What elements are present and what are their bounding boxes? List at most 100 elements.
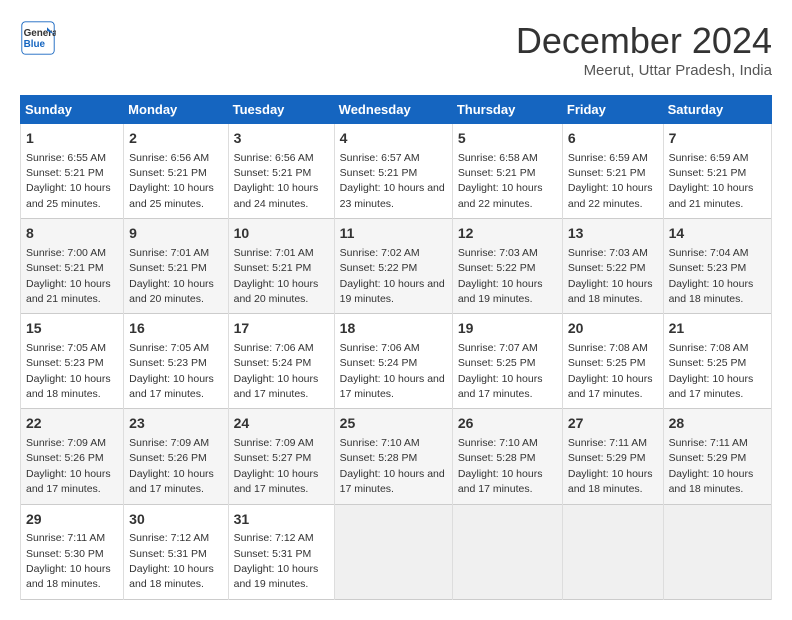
svg-text:General: General: [24, 28, 56, 39]
title-section: December 2024 Meerut, Uttar Pradesh, Ind…: [516, 20, 772, 79]
svg-text:Blue: Blue: [24, 39, 46, 50]
day-info: Sunrise: 7:07 AMSunset: 5:25 PMDaylight:…: [458, 342, 543, 400]
table-row: 2 Sunrise: 6:56 AMSunset: 5:21 PMDayligh…: [124, 124, 228, 219]
day-info: Sunrise: 7:09 AMSunset: 5:26 PMDaylight:…: [129, 437, 214, 495]
day-number: 28: [669, 414, 766, 434]
day-info: Sunrise: 6:56 AMSunset: 5:21 PMDaylight:…: [129, 152, 214, 210]
day-number: 19: [458, 319, 557, 339]
day-info: Sunrise: 6:59 AMSunset: 5:21 PMDaylight:…: [568, 152, 653, 210]
day-number: 9: [129, 224, 222, 244]
table-row: 12 Sunrise: 7:03 AMSunset: 5:22 PMDaylig…: [452, 219, 562, 314]
calendar-row-3: 15 Sunrise: 7:05 AMSunset: 5:23 PMDaylig…: [21, 314, 772, 409]
day-number: 22: [26, 414, 118, 434]
table-row: [663, 504, 771, 599]
table-row: 7 Sunrise: 6:59 AMSunset: 5:21 PMDayligh…: [663, 124, 771, 219]
day-number: 1: [26, 129, 118, 149]
day-info: Sunrise: 7:11 AMSunset: 5:29 PMDaylight:…: [669, 437, 754, 495]
table-row: [452, 504, 562, 599]
table-row: 9 Sunrise: 7:01 AMSunset: 5:21 PMDayligh…: [124, 219, 228, 314]
day-info: Sunrise: 7:09 AMSunset: 5:27 PMDaylight:…: [234, 437, 319, 495]
table-row: 5 Sunrise: 6:58 AMSunset: 5:21 PMDayligh…: [452, 124, 562, 219]
table-row: 13 Sunrise: 7:03 AMSunset: 5:22 PMDaylig…: [562, 219, 663, 314]
table-row: 17 Sunrise: 7:06 AMSunset: 5:24 PMDaylig…: [228, 314, 334, 409]
col-saturday: Saturday: [663, 96, 771, 124]
page-header: General Blue December 2024 Meerut, Uttar…: [20, 20, 772, 79]
day-number: 12: [458, 224, 557, 244]
calendar-row-5: 29 Sunrise: 7:11 AMSunset: 5:30 PMDaylig…: [21, 504, 772, 599]
day-number: 27: [568, 414, 658, 434]
day-info: Sunrise: 6:58 AMSunset: 5:21 PMDaylight:…: [458, 152, 543, 210]
day-info: Sunrise: 7:01 AMSunset: 5:21 PMDaylight:…: [234, 247, 319, 305]
day-info: Sunrise: 7:06 AMSunset: 5:24 PMDaylight:…: [234, 342, 319, 400]
calendar-row-1: 1 Sunrise: 6:55 AMSunset: 5:21 PMDayligh…: [21, 124, 772, 219]
day-info: Sunrise: 7:05 AMSunset: 5:23 PMDaylight:…: [26, 342, 111, 400]
table-row: 15 Sunrise: 7:05 AMSunset: 5:23 PMDaylig…: [21, 314, 124, 409]
day-info: Sunrise: 6:59 AMSunset: 5:21 PMDaylight:…: [669, 152, 754, 210]
day-number: 31: [234, 510, 329, 530]
day-number: 6: [568, 129, 658, 149]
table-row: 21 Sunrise: 7:08 AMSunset: 5:25 PMDaylig…: [663, 314, 771, 409]
day-info: Sunrise: 7:00 AMSunset: 5:21 PMDaylight:…: [26, 247, 111, 305]
day-number: 5: [458, 129, 557, 149]
day-info: Sunrise: 7:09 AMSunset: 5:26 PMDaylight:…: [26, 437, 111, 495]
day-info: Sunrise: 7:12 AMSunset: 5:31 PMDaylight:…: [129, 532, 214, 590]
day-info: Sunrise: 7:06 AMSunset: 5:24 PMDaylight:…: [340, 342, 445, 400]
day-info: Sunrise: 7:03 AMSunset: 5:22 PMDaylight:…: [568, 247, 653, 305]
table-row: 6 Sunrise: 6:59 AMSunset: 5:21 PMDayligh…: [562, 124, 663, 219]
location: Meerut, Uttar Pradesh, India: [516, 62, 772, 79]
day-number: 24: [234, 414, 329, 434]
day-number: 18: [340, 319, 447, 339]
day-info: Sunrise: 7:03 AMSunset: 5:22 PMDaylight:…: [458, 247, 543, 305]
table-row: 4 Sunrise: 6:57 AMSunset: 5:21 PMDayligh…: [334, 124, 452, 219]
table-row: 22 Sunrise: 7:09 AMSunset: 5:26 PMDaylig…: [21, 409, 124, 504]
table-row: 27 Sunrise: 7:11 AMSunset: 5:29 PMDaylig…: [562, 409, 663, 504]
day-number: 7: [669, 129, 766, 149]
day-info: Sunrise: 6:55 AMSunset: 5:21 PMDaylight:…: [26, 152, 111, 210]
day-info: Sunrise: 7:11 AMSunset: 5:29 PMDaylight:…: [568, 437, 653, 495]
table-row: 1 Sunrise: 6:55 AMSunset: 5:21 PMDayligh…: [21, 124, 124, 219]
col-wednesday: Wednesday: [334, 96, 452, 124]
col-thursday: Thursday: [452, 96, 562, 124]
day-info: Sunrise: 7:08 AMSunset: 5:25 PMDaylight:…: [568, 342, 653, 400]
day-info: Sunrise: 6:56 AMSunset: 5:21 PMDaylight:…: [234, 152, 319, 210]
header-row: Sunday Monday Tuesday Wednesday Thursday…: [21, 96, 772, 124]
table-row: 29 Sunrise: 7:11 AMSunset: 5:30 PMDaylig…: [21, 504, 124, 599]
table-row: 19 Sunrise: 7:07 AMSunset: 5:25 PMDaylig…: [452, 314, 562, 409]
day-number: 14: [669, 224, 766, 244]
day-number: 20: [568, 319, 658, 339]
day-number: 4: [340, 129, 447, 149]
table-row: 30 Sunrise: 7:12 AMSunset: 5:31 PMDaylig…: [124, 504, 228, 599]
day-number: 16: [129, 319, 222, 339]
table-row: 25 Sunrise: 7:10 AMSunset: 5:28 PMDaylig…: [334, 409, 452, 504]
day-info: Sunrise: 7:04 AMSunset: 5:23 PMDaylight:…: [669, 247, 754, 305]
table-row: 24 Sunrise: 7:09 AMSunset: 5:27 PMDaylig…: [228, 409, 334, 504]
table-row: 8 Sunrise: 7:00 AMSunset: 5:21 PMDayligh…: [21, 219, 124, 314]
day-info: Sunrise: 7:11 AMSunset: 5:30 PMDaylight:…: [26, 532, 111, 590]
day-number: 21: [669, 319, 766, 339]
table-row: [334, 504, 452, 599]
day-number: 11: [340, 224, 447, 244]
day-info: Sunrise: 7:02 AMSunset: 5:22 PMDaylight:…: [340, 247, 445, 305]
col-monday: Monday: [124, 96, 228, 124]
logo-icon: General Blue: [20, 20, 56, 56]
day-info: Sunrise: 7:08 AMSunset: 5:25 PMDaylight:…: [669, 342, 754, 400]
table-row: 11 Sunrise: 7:02 AMSunset: 5:22 PMDaylig…: [334, 219, 452, 314]
day-info: Sunrise: 7:01 AMSunset: 5:21 PMDaylight:…: [129, 247, 214, 305]
day-info: Sunrise: 6:57 AMSunset: 5:21 PMDaylight:…: [340, 152, 445, 210]
month-title: December 2024: [516, 20, 772, 62]
day-number: 17: [234, 319, 329, 339]
day-number: 29: [26, 510, 118, 530]
table-row: 16 Sunrise: 7:05 AMSunset: 5:23 PMDaylig…: [124, 314, 228, 409]
day-info: Sunrise: 7:05 AMSunset: 5:23 PMDaylight:…: [129, 342, 214, 400]
table-row: [562, 504, 663, 599]
table-row: 14 Sunrise: 7:04 AMSunset: 5:23 PMDaylig…: [663, 219, 771, 314]
day-number: 2: [129, 129, 222, 149]
table-row: 31 Sunrise: 7:12 AMSunset: 5:31 PMDaylig…: [228, 504, 334, 599]
calendar-row-4: 22 Sunrise: 7:09 AMSunset: 5:26 PMDaylig…: [21, 409, 772, 504]
logo: General Blue: [20, 20, 56, 56]
day-number: 10: [234, 224, 329, 244]
day-number: 30: [129, 510, 222, 530]
day-number: 23: [129, 414, 222, 434]
table-row: 20 Sunrise: 7:08 AMSunset: 5:25 PMDaylig…: [562, 314, 663, 409]
day-number: 8: [26, 224, 118, 244]
